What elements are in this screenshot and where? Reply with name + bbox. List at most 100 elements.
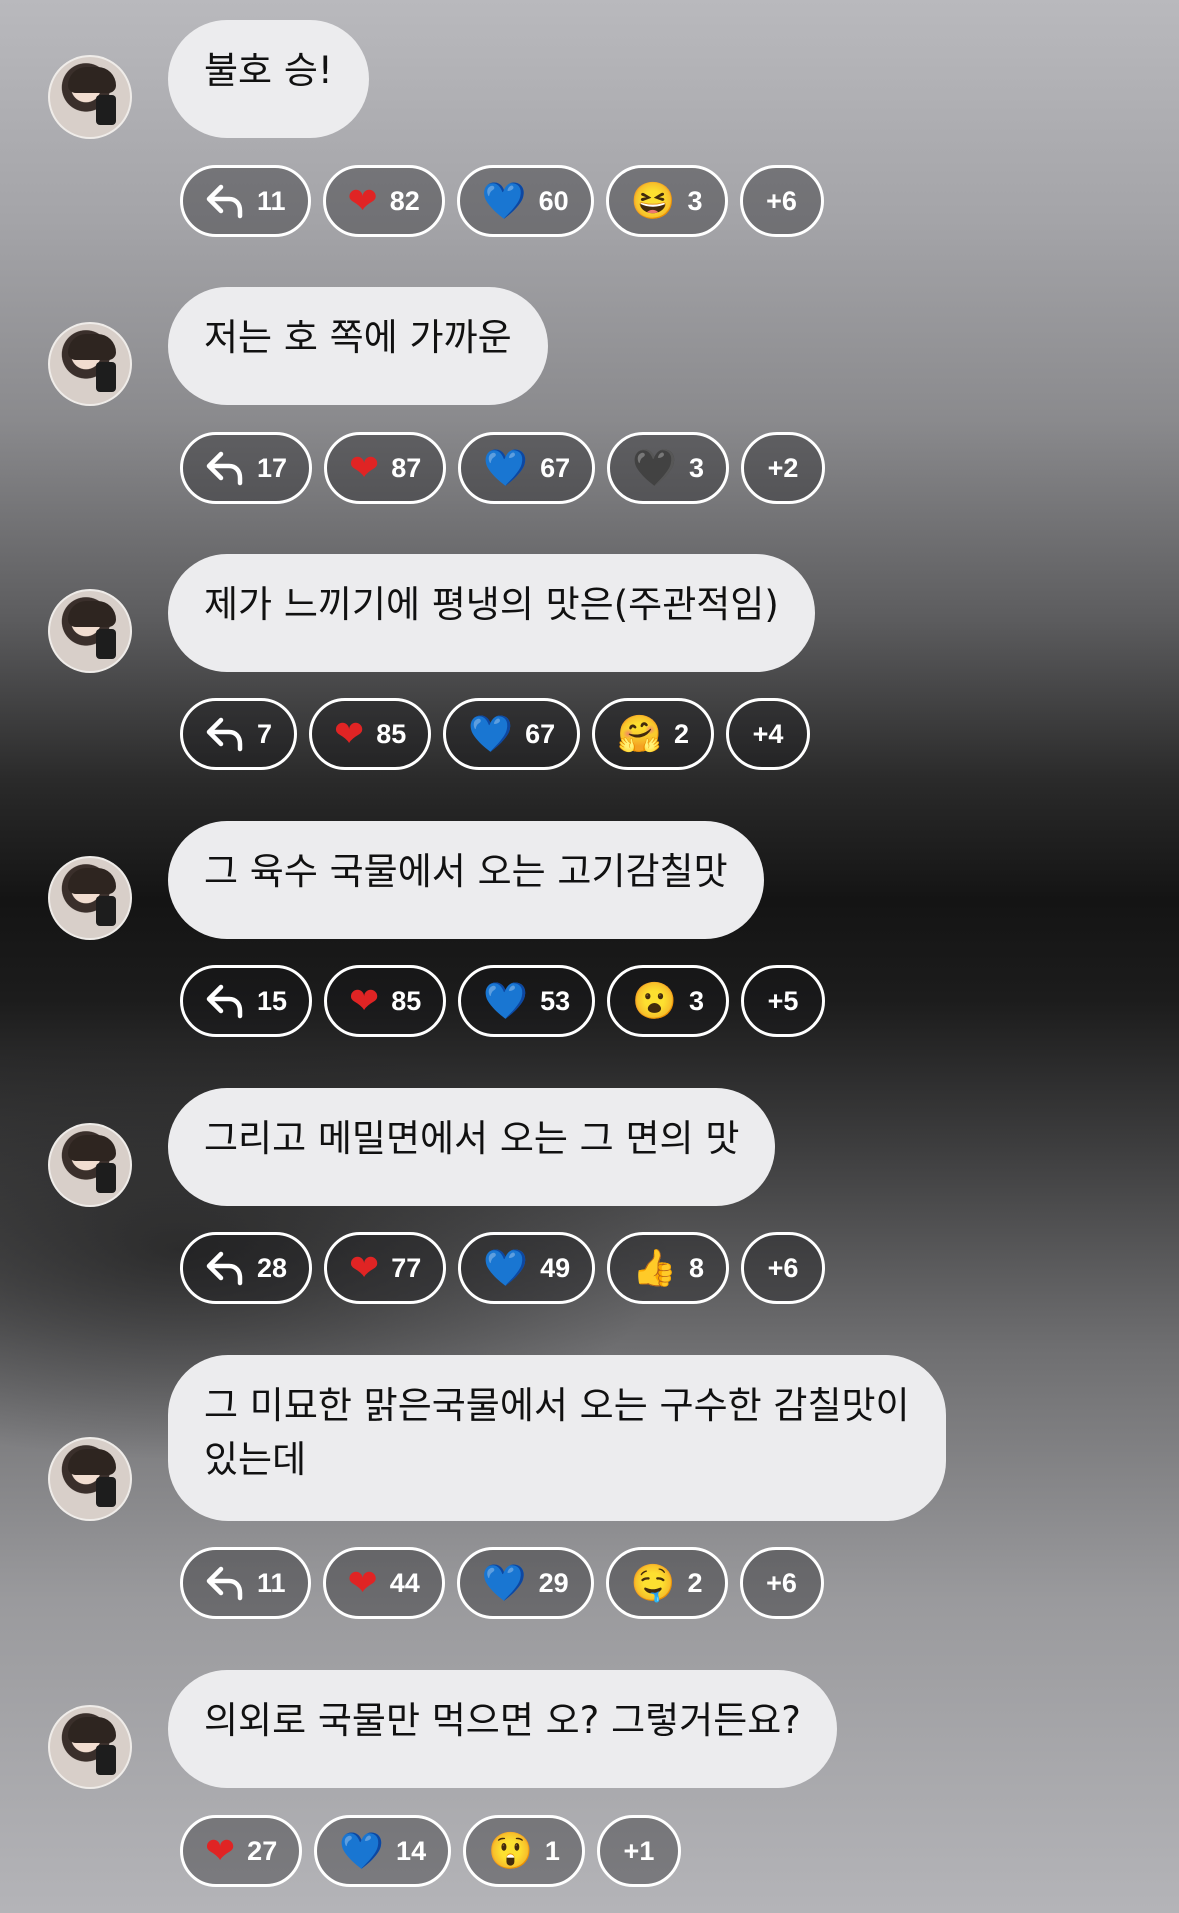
reaction-chip[interactable]: 💙 14	[314, 1815, 452, 1887]
reaction-bar: 17 ❤ 87 💙 67 🖤 3 +2	[180, 432, 825, 504]
message-bubble[interactable]: 그리고 메밀면에서 오는 그 면의 맛	[168, 1088, 776, 1206]
reaction-chip[interactable]: 🖤 3	[607, 432, 729, 504]
reaction-count: 28	[257, 1252, 288, 1283]
reply-button[interactable]: 17	[180, 432, 313, 504]
blue-heart-icon: 💙	[339, 1830, 385, 1871]
reaction-chip[interactable]: ❤ 27	[180, 1815, 303, 1887]
reaction-count: 29	[538, 1567, 569, 1598]
reaction-count: +6	[766, 185, 797, 216]
more-reactions-button[interactable]: +6	[739, 1547, 824, 1619]
hugging-face-icon: 🤗	[617, 713, 662, 754]
reaction-chip[interactable]: ❤ 87	[324, 432, 447, 504]
reaction-count: 3	[687, 185, 703, 216]
reaction-count: 60	[538, 185, 569, 216]
more-reactions-button[interactable]: +6	[739, 165, 824, 237]
reaction-bar: 28 ❤ 77 💙 49 👍 8 +6	[180, 1232, 825, 1304]
reaction-chip[interactable]: ❤ 44	[322, 1547, 445, 1619]
reaction-count: 85	[391, 985, 422, 1016]
reaction-count: 49	[540, 1252, 571, 1283]
reaction-count: 17	[257, 452, 288, 483]
more-reactions-button[interactable]: +5	[741, 965, 825, 1037]
red-heart-icon: ❤	[347, 1562, 378, 1603]
blue-heart-icon: 💙	[468, 713, 514, 754]
reaction-count: 2	[673, 718, 689, 749]
reaction-chip[interactable]: ❤ 82	[322, 165, 445, 237]
astonished-face-icon: 😲	[488, 1830, 533, 1871]
reaction-chip[interactable]: 🤗 2	[592, 698, 714, 770]
reaction-count: 3	[688, 985, 704, 1016]
avatar[interactable]	[48, 322, 132, 406]
reaction-count: 87	[391, 452, 422, 483]
reply-icon	[205, 983, 245, 1019]
reaction-bar: 15 ❤ 85 💙 53 😮 3 +5	[180, 965, 825, 1037]
avatar[interactable]	[48, 1705, 132, 1789]
reaction-chip[interactable]: ❤ 77	[324, 1232, 447, 1304]
reaction-chip[interactable]: 😆 3	[605, 165, 728, 237]
reaction-chip[interactable]: 💙 29	[456, 1547, 594, 1619]
more-reactions-button[interactable]: +4	[725, 698, 810, 770]
message-bubble[interactable]: 저는 호 쪽에 가까운	[168, 287, 548, 405]
reaction-count: +2	[767, 452, 799, 483]
red-heart-icon: ❤	[347, 180, 378, 221]
avatar[interactable]	[48, 589, 132, 673]
reaction-chip[interactable]: 😮 3	[607, 965, 729, 1037]
reaction-chip[interactable]: 💙 49	[458, 1232, 596, 1304]
message-bubble[interactable]: 그 육수 국물에서 오는 고기감칠맛	[168, 821, 764, 939]
reaction-chip[interactable]: ❤ 85	[309, 698, 432, 770]
reaction-chip[interactable]: 💙 67	[458, 432, 596, 504]
reaction-chip[interactable]: 💙 67	[443, 698, 581, 770]
reply-button[interactable]: 11	[180, 165, 311, 237]
message-bubble[interactable]: 불호 승!	[168, 20, 369, 138]
surprised-face-icon: 😮	[632, 980, 677, 1021]
reply-button[interactable]: 15	[180, 965, 313, 1037]
reaction-count: +4	[752, 718, 784, 749]
reaction-count: 67	[525, 718, 556, 749]
reply-icon	[205, 1565, 245, 1601]
reaction-count: 2	[687, 1567, 703, 1598]
reaction-count: 15	[257, 985, 288, 1016]
blue-heart-icon: 💙	[483, 447, 529, 488]
reaction-chip[interactable]: 😲 1	[463, 1815, 585, 1887]
reaction-count: 14	[396, 1835, 427, 1866]
reply-icon	[205, 183, 245, 219]
reaction-count: +6	[766, 1567, 797, 1598]
red-heart-icon: ❤	[205, 1830, 236, 1871]
more-reactions-button[interactable]: +6	[741, 1232, 825, 1304]
reply-icon	[205, 450, 245, 486]
avatar[interactable]	[48, 856, 132, 940]
more-reactions-button[interactable]: +2	[741, 432, 825, 504]
more-reactions-button[interactable]: +1	[596, 1815, 681, 1887]
message-bubble[interactable]: 그 미묘한 맑은국물에서 오는 구수한 감칠맛이 있는데	[168, 1355, 946, 1521]
reaction-bar: 7 ❤ 85 💙 67 🤗 2 +4	[180, 698, 810, 770]
reaction-chip[interactable]: ❤ 85	[324, 965, 447, 1037]
reaction-chip[interactable]: 💙 60	[456, 165, 594, 237]
reaction-count: 53	[540, 985, 571, 1016]
reaction-count: 7	[257, 718, 273, 749]
blue-heart-icon: 💙	[483, 1247, 529, 1288]
reaction-chip[interactable]: 🤤 2	[605, 1547, 728, 1619]
reaction-count: +6	[767, 1252, 799, 1283]
message-bubble[interactable]: 의외로 국물만 먹으면 오? 그렇거든요?	[168, 1670, 837, 1788]
avatar[interactable]	[48, 1437, 132, 1521]
reply-icon	[205, 1250, 245, 1286]
reaction-count: +1	[623, 1835, 655, 1866]
reply-button[interactable]: 7	[180, 698, 298, 770]
avatar[interactable]	[48, 1123, 132, 1207]
red-heart-icon: ❤	[349, 980, 380, 1021]
reaction-count: 1	[544, 1835, 560, 1866]
avatar[interactable]	[48, 55, 132, 139]
message-bubble[interactable]: 제가 느끼기에 평냉의 맛은(주관적임)	[168, 554, 815, 672]
reaction-chip[interactable]: 👍 8	[607, 1232, 729, 1304]
red-heart-icon: ❤	[349, 1247, 380, 1288]
thumbs-up-icon: 👍	[632, 1247, 677, 1288]
chat-feed[interactable]: 불호 승! 11 ❤ 82 💙 60 😆 3 +6 저는 호 쪽에 가까운 17 ❤ 87 💙 67 🖤 3 +2…	[0, 0, 1179, 1913]
reply-icon	[205, 716, 245, 752]
reply-button[interactable]: 11	[180, 1547, 311, 1619]
reaction-count: 8	[688, 1252, 704, 1283]
reaction-count: 11	[257, 185, 286, 216]
blue-heart-icon: 💙	[481, 180, 527, 221]
reply-button[interactable]: 28	[180, 1232, 313, 1304]
reaction-bar: 11 ❤ 44 💙 29 🤤 2 +6	[180, 1547, 824, 1619]
blue-heart-icon: 💙	[481, 1562, 527, 1603]
reaction-chip[interactable]: 💙 53	[458, 965, 596, 1037]
